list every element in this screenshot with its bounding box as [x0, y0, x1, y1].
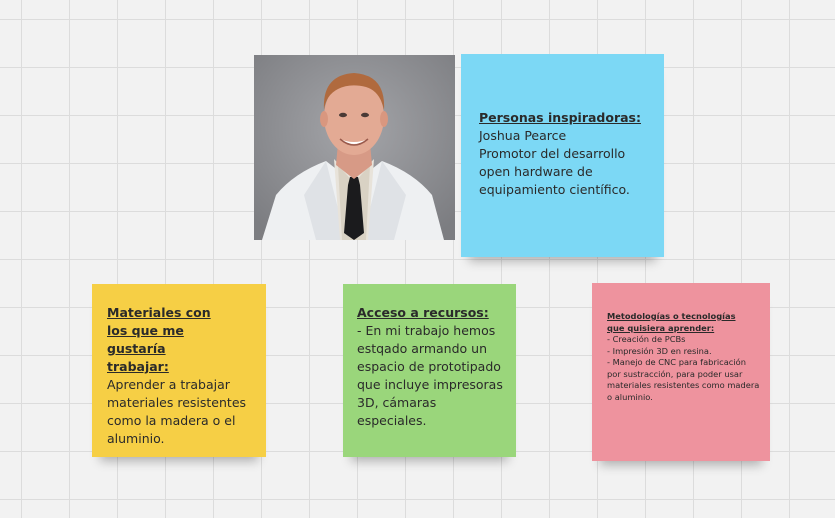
sticky-note-materials[interactable]: Materiales con los que me gustaría traba… [92, 284, 266, 457]
sticky-note-resource-access[interactable]: Acceso a recursos: - En mi trabajo hemos… [343, 284, 516, 457]
profile-photo[interactable] [254, 55, 455, 240]
sticky-note-title: Metodologías o tecnologías que quisiera … [607, 311, 736, 333]
whiteboard-canvas[interactable]: Personas inspiradoras: Joshua Pearce Pro… [0, 0, 835, 518]
sticky-note-body: Joshua Pearce Promotor del desarrollo op… [479, 128, 630, 197]
sticky-note-inspiring-people[interactable]: Personas inspiradoras: Joshua Pearce Pro… [461, 54, 664, 257]
sticky-note-body: - Creación de PCBs - Impresión 3D en res… [607, 334, 760, 402]
sticky-note-title: Personas inspiradoras: [479, 110, 641, 125]
sticky-note-title: Materiales con los que me gustaría traba… [107, 305, 211, 374]
sticky-note-body: - En mi trabajo hemos estqado armando un… [357, 323, 503, 428]
sticky-note-methodologies[interactable]: Metodologías o tecnologías que quisiera … [592, 283, 770, 461]
sticky-note-body: Aprender a trabajar materiales resistent… [107, 377, 247, 446]
person-portrait-image [254, 55, 455, 240]
sticky-note-title: Acceso a recursos: [357, 305, 489, 320]
